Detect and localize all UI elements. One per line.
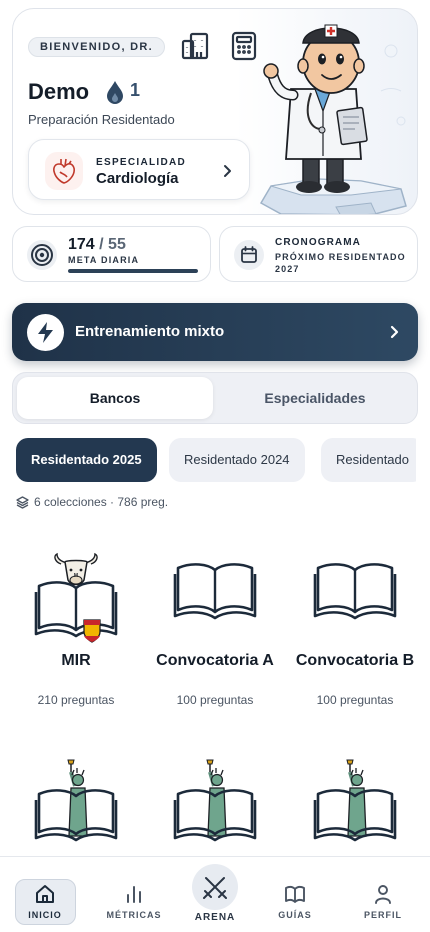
collections-count: 6 colecciones · 786 preg. — [34, 495, 169, 509]
bank-item-usmle-1[interactable] — [6, 758, 146, 856]
layers-icon — [16, 496, 29, 509]
nav-profile[interactable]: PERFIL — [343, 883, 423, 920]
specialty-label: ESPECIALIDAD — [96, 157, 187, 168]
chip-residentado-2024[interactable]: Residentado 2024 — [169, 438, 305, 482]
doctor-mascot-illustration — [259, 24, 407, 214]
user-icon — [375, 885, 391, 904]
nav-home[interactable]: INICIO — [5, 883, 85, 920]
bank-question-count: 100 preguntas — [316, 693, 394, 707]
drop-icon — [107, 81, 123, 104]
bottom-navigation: INICIO MÉTRICAS ARENA GUÍAS PERFIL — [0, 856, 430, 932]
page-subtitle: Preparación Residentado — [28, 112, 175, 127]
nav-metrics[interactable]: MÉTRICAS — [94, 883, 174, 920]
bank-type-segmented-control: Bancos Especialidades — [12, 372, 418, 424]
chip-residentado-older[interactable]: Residentado — [321, 438, 416, 482]
chevron-right-icon — [390, 325, 399, 339]
goal-progress-text: 174 / 55 — [68, 236, 126, 254]
bolt-icon-container — [27, 314, 64, 351]
goal-done: 174 — [68, 236, 95, 253]
bank-item-convocatoria-b[interactable]: Convocatoria B 100 preguntas — [285, 552, 425, 712]
mixed-training-button[interactable]: Entrenamiento mixto — [12, 303, 418, 361]
welcome-card: BIENVENIDO, DR. Demo 1 Preparación Resid… — [12, 8, 418, 215]
statue-of-liberty-book-icon — [313, 759, 397, 842]
nav-home-label: INICIO — [28, 910, 62, 920]
target-icon — [27, 240, 57, 270]
daily-goal-card[interactable]: 174 / 55 META DIARIA — [12, 226, 211, 282]
home-icon — [36, 885, 54, 903]
swords-icon — [203, 877, 227, 899]
heart-icon — [53, 158, 75, 184]
nav-guides[interactable]: GUÍAS — [255, 883, 335, 920]
schedule-card[interactable]: CRONOGRAMA PRÓXIMO RESIDENTADO 2027 — [219, 226, 418, 282]
goal-label: META DIARIA — [68, 255, 140, 265]
welcome-badge: BIENVENIDO, DR. — [28, 37, 166, 57]
bank-title: Convocatoria A — [156, 652, 274, 669]
heart-icon-container — [45, 152, 83, 190]
mixed-training-label: Entrenamiento mixto — [75, 323, 225, 340]
bank-question-count: 210 preguntas — [37, 693, 115, 707]
user-name: Demo — [28, 79, 90, 104]
svg-text:M: M — [74, 573, 78, 579]
book-icon — [173, 563, 257, 620]
chevron-right-icon — [224, 165, 231, 177]
year-filter-chips: Residentado 2025 Residentado 2024 Reside… — [16, 438, 416, 482]
statue-of-liberty-book-icon — [173, 759, 257, 842]
goal-total: / 55 — [99, 236, 126, 253]
bank-title: Convocatoria B — [295, 652, 415, 669]
goal-progress-fill — [68, 269, 198, 273]
statue-of-liberty-book-icon — [34, 759, 118, 842]
nav-arena-label: ARENA — [194, 912, 236, 923]
streak-count: 1 — [130, 80, 141, 100]
bank-item-convocatoria-a[interactable]: Convocatoria A 100 preguntas — [145, 552, 285, 712]
tab-bancos[interactable]: Bancos — [17, 377, 213, 419]
schedule-subtitle: PRÓXIMO RESIDENTADO 2027 — [275, 252, 406, 274]
schedule-title: CRONOGRAMA — [275, 237, 361, 248]
book-icon: M — [34, 552, 118, 643]
goal-progress-bar — [68, 269, 198, 273]
book-icon — [313, 563, 397, 620]
bolt-icon — [38, 322, 53, 343]
calendar-icon — [234, 240, 264, 270]
nav-metrics-label: MÉTRICAS — [106, 910, 162, 920]
nav-arena[interactable]: ARENA — [175, 912, 255, 923]
nav-profile-label: PERFIL — [363, 910, 402, 920]
hospital-icon[interactable] — [180, 31, 210, 61]
nav-arena-button[interactable] — [192, 864, 238, 910]
bank-item-usmle-2[interactable] — [145, 758, 285, 856]
bank-question-count: 100 preguntas — [176, 693, 254, 707]
nav-guides-label: GUÍAS — [278, 910, 312, 920]
specialty-selector[interactable]: ESPECIALIDAD Cardiología — [28, 139, 250, 200]
chip-residentado-2025[interactable]: Residentado 2025 — [16, 438, 157, 482]
bar-chart-icon — [127, 886, 141, 903]
open-book-icon — [285, 885, 305, 903]
bank-item-usmle-3[interactable] — [285, 758, 425, 856]
specialty-value: Cardiología — [96, 170, 179, 187]
bank-title: MIR — [61, 652, 91, 669]
tab-especialidades[interactable]: Especialidades — [217, 377, 413, 419]
bank-item-mir[interactable]: M MIR 210 preguntas — [6, 552, 146, 712]
